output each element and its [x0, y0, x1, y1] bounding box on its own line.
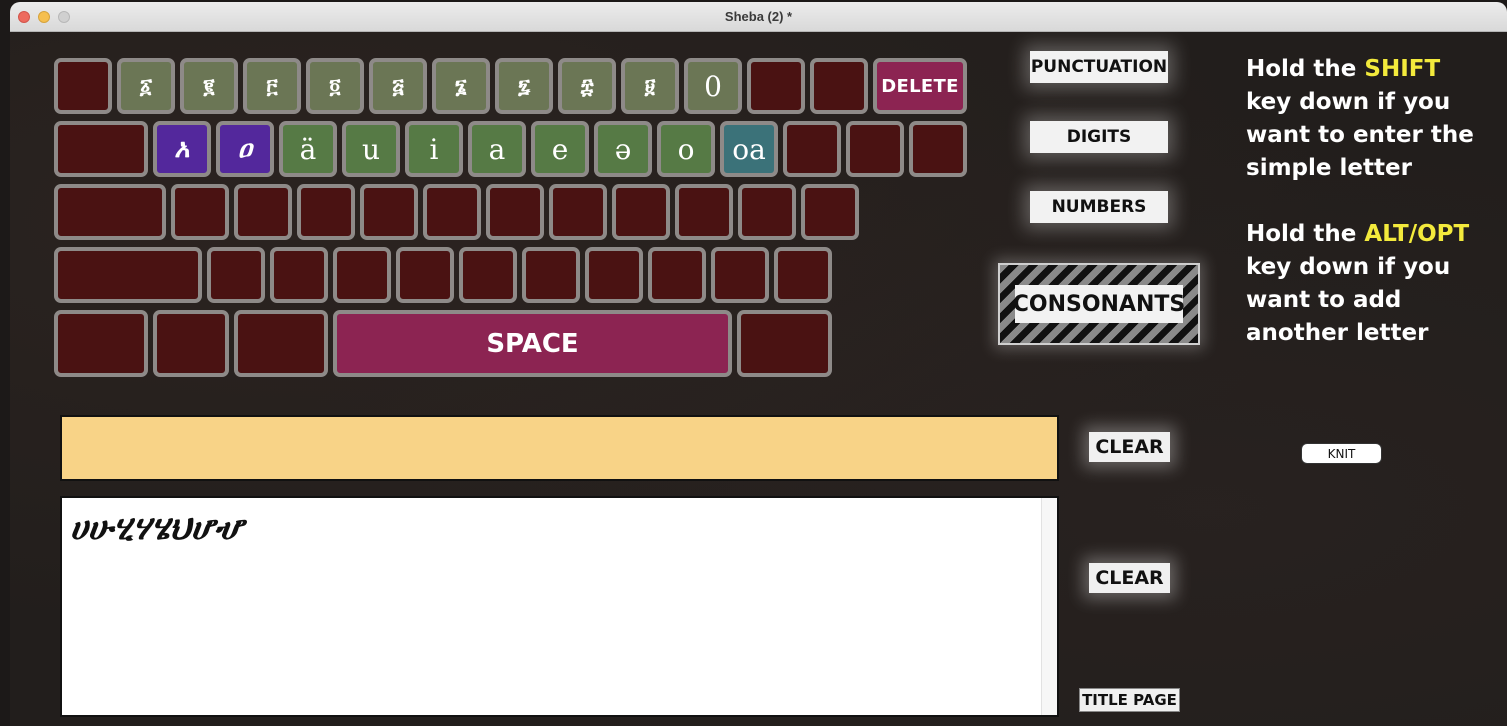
key-blank[interactable]: [738, 184, 796, 240]
key-ethiopic-digit-5[interactable]: ፭: [369, 58, 427, 114]
key-alef[interactable]: አ: [153, 121, 211, 177]
clear-output-button[interactable]: CLEAR: [1089, 563, 1170, 593]
key-shift-left[interactable]: [54, 247, 202, 303]
key-blank[interactable]: [549, 184, 607, 240]
key-ethiopic-digit-1[interactable]: ፩: [117, 58, 175, 114]
key-ethiopic-digit-6[interactable]: ፮: [432, 58, 490, 114]
key-ethiopic-digit-4[interactable]: ፬: [306, 58, 364, 114]
key-blank[interactable]: [207, 247, 265, 303]
shift-instructions: Hold the SHIFT key down if you want to e…: [1246, 56, 1474, 181]
key-blank[interactable]: [459, 247, 517, 303]
key-vowel-oa[interactable]: oa: [720, 121, 778, 177]
key-blank[interactable]: [846, 121, 904, 177]
clear-input-button[interactable]: CLEAR: [1089, 432, 1170, 462]
key-blank[interactable]: [54, 310, 148, 377]
key-blank[interactable]: [774, 247, 832, 303]
key-blank[interactable]: [612, 184, 670, 240]
key-blank[interactable]: [153, 310, 229, 377]
window-title: Sheba (2) *: [724, 9, 793, 24]
delete-key[interactable]: DELETE: [873, 58, 967, 114]
numbers-mode-button[interactable]: NUMBERS: [1030, 191, 1168, 223]
key-blank[interactable]: [54, 58, 112, 114]
output-scrollbar[interactable]: [1041, 498, 1057, 715]
space-key[interactable]: SPACE: [333, 310, 732, 377]
key-ethiopic-digit-9[interactable]: ፱: [621, 58, 679, 114]
consonants-mode-label: CONSONANTS: [1013, 285, 1185, 323]
key-blank[interactable]: [648, 247, 706, 303]
key-blank[interactable]: [297, 184, 355, 240]
title-bar: Sheba (2) *: [10, 2, 1507, 32]
key-vowel-a-umlaut[interactable]: ä: [279, 121, 337, 177]
key-blank[interactable]: [909, 121, 967, 177]
key-blank[interactable]: [737, 310, 832, 377]
key-blank[interactable]: [234, 310, 328, 377]
key-blank[interactable]: [270, 247, 328, 303]
key-blank[interactable]: [747, 58, 805, 114]
key-vowel-e[interactable]: e: [531, 121, 589, 177]
output-text-area[interactable]: ሀሁሂሃሄህሆሇ: [60, 496, 1059, 717]
key-blank[interactable]: [333, 247, 391, 303]
knit-button[interactable]: KNIT: [1301, 443, 1382, 464]
key-blank[interactable]: [360, 184, 418, 240]
key-vowel-a[interactable]: a: [468, 121, 526, 177]
key-digit-0[interactable]: 0: [684, 58, 742, 114]
key-blank[interactable]: [711, 247, 769, 303]
key-tab[interactable]: [54, 121, 148, 177]
key-blank[interactable]: [486, 184, 544, 240]
title-page-button[interactable]: TITLE PAGE: [1079, 688, 1180, 712]
digits-mode-button[interactable]: DIGITS: [1030, 121, 1168, 153]
output-text: ሀሁሂሃሄህሆሇ: [70, 508, 244, 548]
app-window: Sheba (2) * ፩ ፪ ፫ ፬ ፭ ፮ ፯ ፰ ፱ 0 DELETE አ…: [10, 2, 1507, 726]
key-ethiopic-digit-2[interactable]: ፪: [180, 58, 238, 114]
key-ayin[interactable]: ዐ: [216, 121, 274, 177]
key-blank[interactable]: [810, 58, 868, 114]
key-blank[interactable]: [585, 247, 643, 303]
key-ethiopic-digit-3[interactable]: ፫: [243, 58, 301, 114]
key-blank[interactable]: [234, 184, 292, 240]
key-blank[interactable]: [423, 184, 481, 240]
key-vowel-schwa[interactable]: ə: [594, 121, 652, 177]
alt-key-highlight: ALT/OPT: [1364, 221, 1470, 247]
key-blank[interactable]: [801, 184, 859, 240]
key-blank[interactable]: [522, 247, 580, 303]
key-blank[interactable]: [396, 247, 454, 303]
key-vowel-o[interactable]: o: [657, 121, 715, 177]
key-vowel-u[interactable]: u: [342, 121, 400, 177]
key-ethiopic-digit-7[interactable]: ፯: [495, 58, 553, 114]
punctuation-mode-button[interactable]: PUNCTUATION: [1030, 51, 1168, 83]
key-blank[interactable]: [783, 121, 841, 177]
key-ethiopic-digit-8[interactable]: ፰: [558, 58, 616, 114]
input-field[interactable]: [60, 415, 1059, 481]
key-vowel-i[interactable]: i: [405, 121, 463, 177]
consonants-mode-button[interactable]: CONSONANTS: [998, 263, 1200, 345]
shift-key-highlight: SHIFT: [1364, 56, 1441, 82]
key-caps[interactable]: [54, 184, 166, 240]
key-blank[interactable]: [675, 184, 733, 240]
key-blank[interactable]: [171, 184, 229, 240]
alt-instructions: Hold the ALT/OPT key down if you want to…: [1246, 221, 1470, 346]
